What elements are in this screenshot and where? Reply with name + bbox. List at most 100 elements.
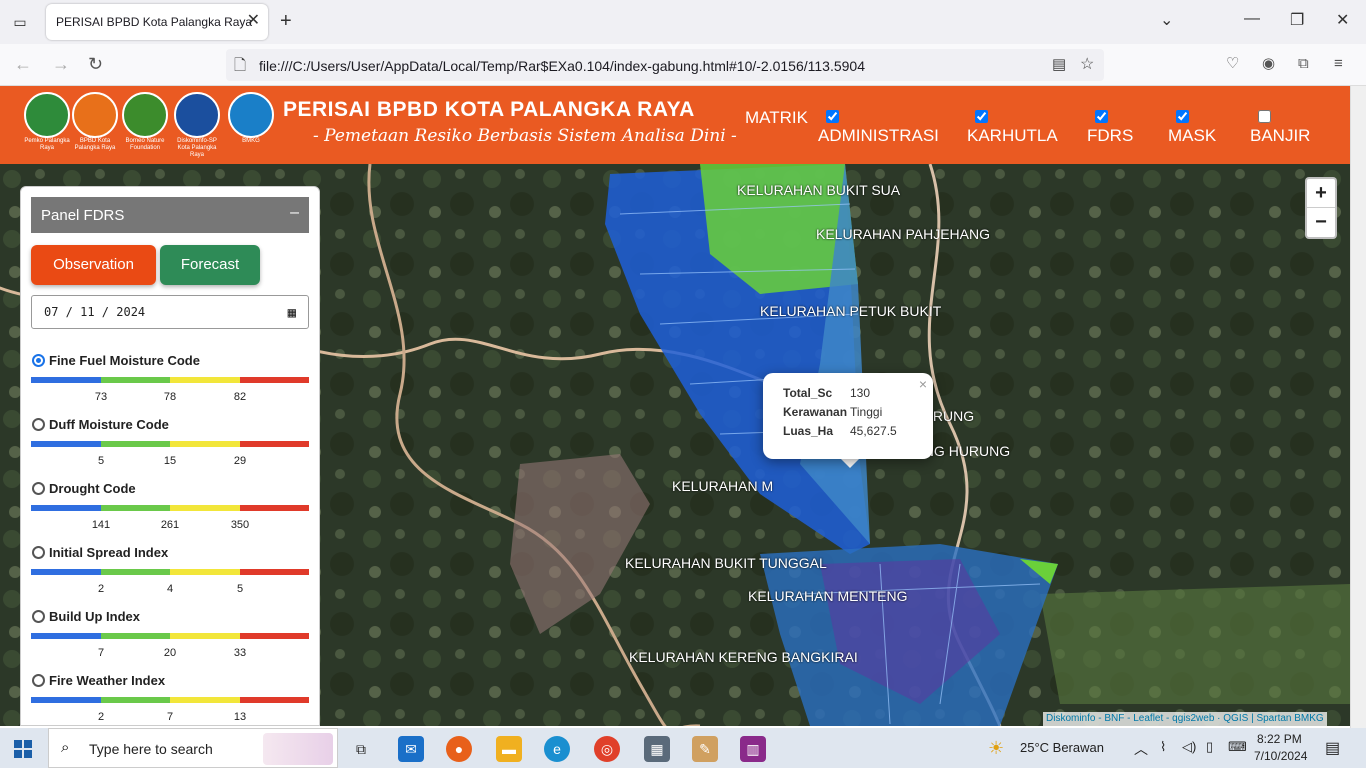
index-label[interactable]: Initial Spread Index: [49, 545, 168, 560]
task-view-icon[interactable]: ⧉: [348, 736, 374, 762]
volume-icon[interactable]: ◁): [1182, 739, 1196, 755]
fdrs-index-option[interactable]: Fire Weather Index 2 7 13: [31, 673, 311, 725]
scale-segment: [31, 377, 101, 383]
index-color-scale: [31, 633, 309, 639]
chrome-icon[interactable]: ◎: [594, 736, 620, 762]
forward-icon[interactable]: →: [52, 54, 70, 74]
url-bar[interactable]: 🗋 file:///C:/Users/User/AppData/Local/Te…: [226, 49, 1104, 81]
tray-chevron-icon[interactable]: ︿: [1134, 739, 1148, 759]
new-tab-icon[interactable]: +: [280, 10, 292, 32]
index-radio[interactable]: [32, 418, 45, 431]
zoom-out-button[interactable]: −: [1307, 208, 1335, 237]
index-radio[interactable]: [32, 674, 45, 687]
browser-tab[interactable]: PERISAI BPBD Kota Palangka Raya ✕: [46, 4, 268, 40]
forecast-button[interactable]: Forecast: [160, 245, 260, 285]
restore-icon[interactable]: ❐: [1290, 10, 1304, 30]
calendar-icon[interactable]: ▦: [288, 297, 296, 329]
plantation-area: [1040, 584, 1350, 704]
back-icon[interactable]: ←: [14, 54, 32, 74]
observation-button[interactable]: Observation: [31, 245, 156, 285]
calculator-icon[interactable]: ▦: [644, 736, 670, 762]
clock-date[interactable]: 7/10/2024: [1254, 749, 1307, 763]
firefox-icon[interactable]: ●: [446, 736, 472, 762]
scale-segment: [100, 633, 170, 639]
kelurahan-label: KELURAHAN MENTENG: [748, 588, 908, 604]
windows-start-icon[interactable]: [14, 740, 32, 758]
map-attribution[interactable]: Diskominfo - BNF - Leaflet - qgis2web · …: [1043, 712, 1327, 726]
layer-checkbox[interactable]: [1095, 110, 1108, 123]
index-label[interactable]: Fine Fuel Moisture Code: [49, 353, 200, 368]
popup-row: Total_Sc 130: [783, 383, 897, 402]
popup-key: Total_Sc: [783, 385, 833, 400]
scale-segment: [239, 697, 309, 703]
scale-segment: [31, 569, 101, 575]
matrik-label[interactable]: MATRIK: [745, 108, 808, 128]
close-window-icon[interactable]: ✕: [1336, 10, 1349, 30]
reader-view-icon[interactable]: ▤: [1052, 55, 1066, 73]
winrar-icon[interactable]: ▥: [740, 736, 766, 762]
index-radio[interactable]: [32, 354, 45, 367]
extensions-icon[interactable]: ⧉: [1298, 54, 1309, 74]
scale-tick-label: 82: [233, 391, 247, 403]
fdrs-index-option[interactable]: Fine Fuel Moisture Code 73 78 82: [31, 353, 311, 417]
account-icon[interactable]: ◉: [1262, 54, 1275, 74]
date-input[interactable]: 07 / 11 / 2024 ▦: [31, 295, 309, 329]
keyboard-icon[interactable]: ⌨: [1228, 739, 1247, 755]
page-scrollbar[interactable]: [1350, 86, 1366, 728]
scale-segment: [170, 377, 240, 383]
scale-tick-label: 4: [166, 583, 174, 595]
layer-checkbox[interactable]: [1258, 110, 1271, 123]
bookmark-star-icon[interactable]: ☆: [1080, 54, 1094, 74]
scale-segment: [31, 697, 101, 703]
battery-icon[interactable]: ▯: [1206, 739, 1213, 755]
scale-segment: [100, 697, 170, 703]
scale-segment: [239, 633, 309, 639]
index-radio[interactable]: [32, 482, 45, 495]
fdrs-index-option[interactable]: Build Up Index 7 20 33: [31, 609, 311, 673]
index-radio[interactable]: [32, 546, 45, 559]
index-label[interactable]: Duff Moisture Code: [49, 417, 169, 432]
layer-checkbox[interactable]: [826, 110, 839, 123]
index-label[interactable]: Fire Weather Index: [49, 673, 165, 688]
layer-checkbox[interactable]: [975, 110, 988, 123]
fdrs-index-option[interactable]: Initial Spread Index 2 4 5: [31, 545, 311, 609]
index-radio[interactable]: [32, 610, 45, 623]
clock-time[interactable]: 8:22 PM: [1257, 732, 1302, 746]
scale-tick-label: 2: [97, 711, 105, 723]
edge-icon[interactable]: e: [544, 736, 570, 762]
panel-title: Panel FDRS: [41, 207, 125, 224]
network-icon[interactable]: ⌇: [1160, 739, 1166, 755]
mail-icon[interactable]: ✉: [398, 736, 424, 762]
weather-text[interactable]: 25°C Berawan: [1020, 740, 1104, 755]
notifications-icon[interactable]: ▤: [1325, 738, 1340, 758]
taskbar-search[interactable]: ⌕ Type here to search: [48, 728, 338, 768]
index-label[interactable]: Build Up Index: [49, 609, 140, 624]
paint-icon[interactable]: ✎: [692, 736, 718, 762]
fdrs-index-option[interactable]: Drought Code 141 261 350: [31, 481, 311, 545]
menu-icon[interactable]: ≡: [1334, 54, 1343, 74]
zoom-in-button[interactable]: +: [1307, 179, 1335, 208]
popup-close-icon[interactable]: ×: [919, 376, 927, 392]
fdrs-panel: Panel FDRS – Observation Forecast 07 / 1…: [20, 186, 320, 726]
fdrs-index-option[interactable]: Duff Moisture Code 5 15 29: [31, 417, 311, 481]
kelurahan-label: KELURAHAN PAHJEHANG: [816, 226, 991, 242]
index-label[interactable]: Drought Code: [49, 481, 136, 496]
scale-segment: [239, 569, 309, 575]
pocket-icon[interactable]: ♡: [1226, 54, 1239, 74]
search-icon: ⌕: [61, 739, 70, 756]
panel-header[interactable]: Panel FDRS –: [31, 197, 309, 233]
index-color-scale: [31, 697, 309, 703]
popup-table: Total_Sc 130 Kerawanan Tinggi Luas_Ha 45,627.…: [783, 383, 897, 440]
layer-checkbox[interactable]: [1176, 110, 1189, 123]
chevron-down-icon[interactable]: ⌄: [1160, 10, 1173, 30]
scale-tick-label: 141: [91, 519, 111, 531]
scale-segment: [170, 697, 240, 703]
url-text[interactable]: file:///C:/Users/User/AppData/Local/Temp…: [259, 58, 865, 74]
reload-icon[interactable]: ↻: [88, 54, 103, 74]
close-tab-icon[interactable]: ✕: [247, 12, 260, 30]
minimize-icon[interactable]: —: [1244, 10, 1260, 28]
partner-logo: [174, 92, 220, 138]
file-explorer-icon[interactable]: ▬: [496, 736, 522, 762]
minimize-panel-icon[interactable]: –: [290, 204, 299, 222]
tab-list-icon[interactable]: ▭: [8, 10, 32, 34]
